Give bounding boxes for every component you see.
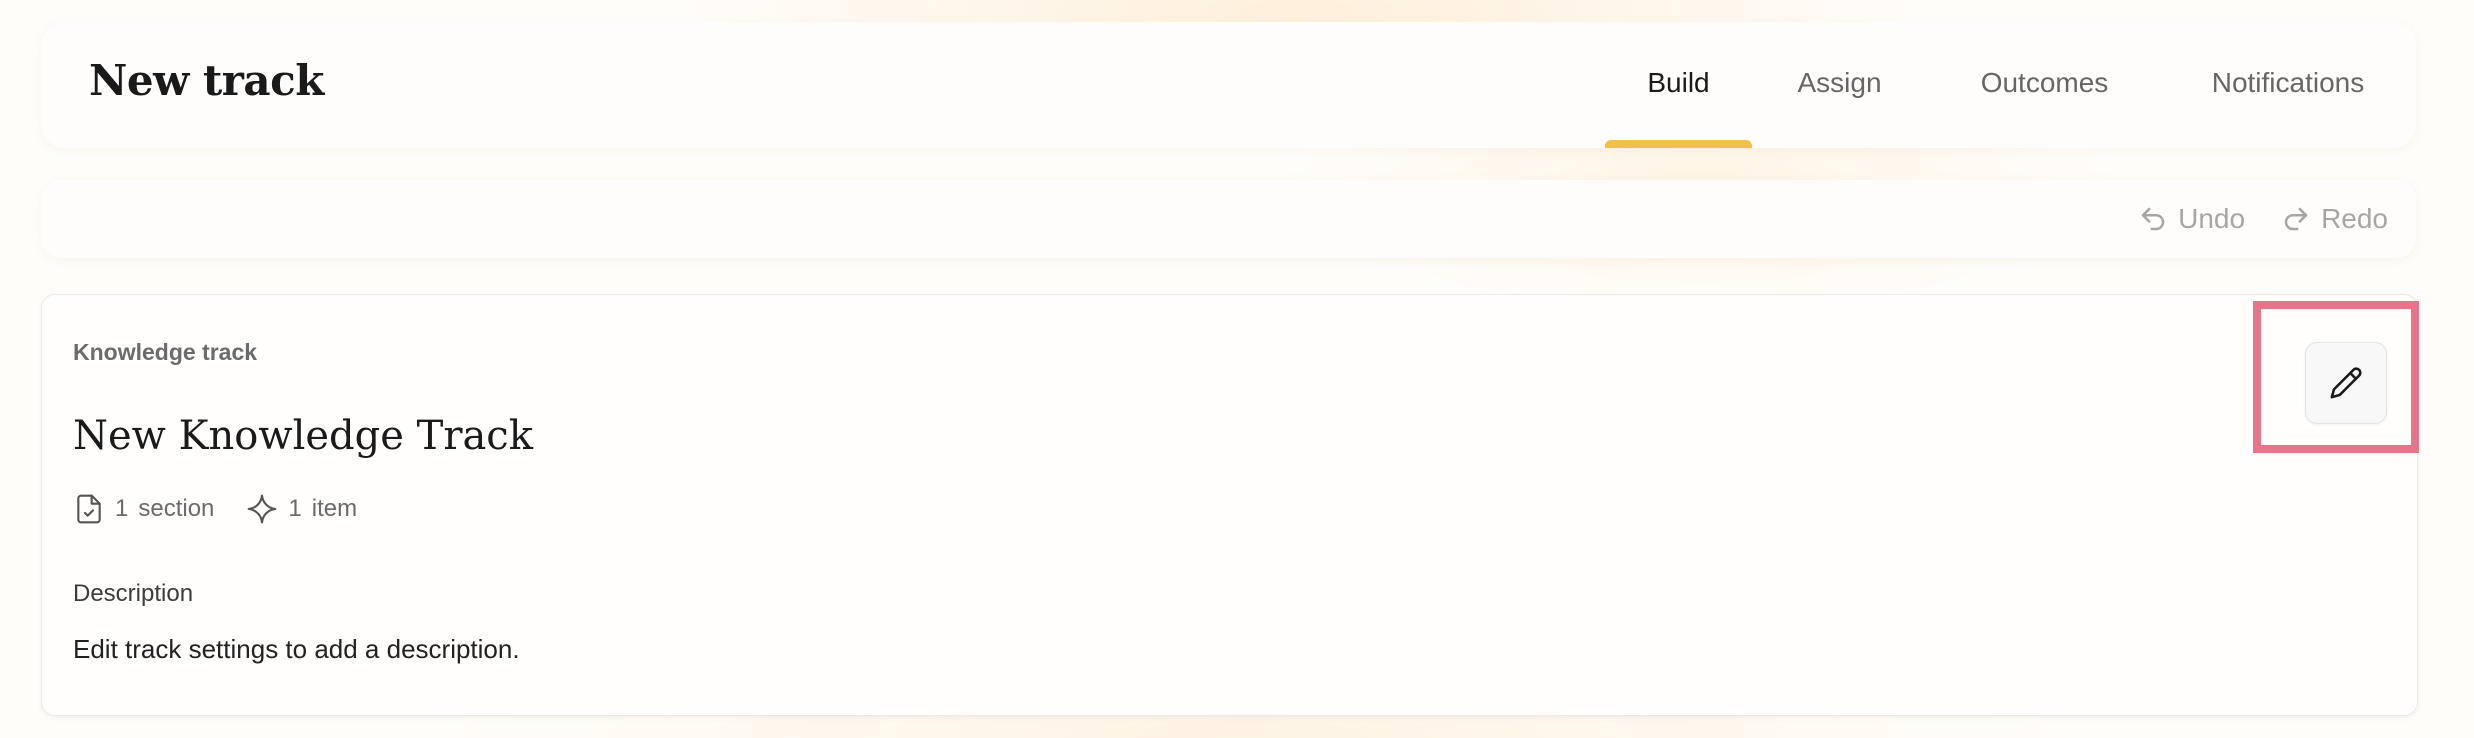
file-check-icon xyxy=(77,494,101,524)
item-count-label: item xyxy=(311,495,358,522)
track-title: New Knowledge Track xyxy=(73,413,533,459)
track-type-label: Knowledge track xyxy=(73,339,258,365)
tab-notifications-label: Notifications xyxy=(2211,67,2365,98)
section-count-label: section xyxy=(138,495,215,522)
tab-notifications[interactable]: Notifications xyxy=(2172,22,2404,148)
page-title: New track xyxy=(89,56,324,105)
sparkle-icon xyxy=(248,494,277,524)
highlight-box xyxy=(2253,301,2419,453)
tab-build[interactable]: Build xyxy=(1605,22,1752,148)
undo-button[interactable]: Undo xyxy=(2138,203,2245,235)
tab-build-label: Build xyxy=(1647,67,1710,98)
toolbar: Undo Redo xyxy=(41,180,2416,258)
page-header: New track Build Assign Outcomes Notifica… xyxy=(41,22,2416,148)
track-meta: 1 section 1 item xyxy=(73,493,357,525)
item-count-value: 1 xyxy=(288,495,302,522)
description-text: Edit track settings to add a description… xyxy=(73,634,520,664)
tab-outcomes[interactable]: Outcomes xyxy=(1952,22,2137,148)
description-label: Description xyxy=(73,580,194,607)
tab-assign[interactable]: Assign xyxy=(1772,22,1907,148)
undo-label: Undo xyxy=(2178,203,2246,234)
redo-icon xyxy=(2284,207,2308,231)
tab-outcomes-label: Outcomes xyxy=(1980,67,2109,98)
undo-icon xyxy=(2141,207,2165,231)
section-count: 1 section xyxy=(73,493,214,525)
tab-assign-label: Assign xyxy=(1797,67,1882,98)
track-card: Knowledge track New Knowledge Track 1 se… xyxy=(41,294,2418,716)
tab-bar: Build Assign Outcomes Notifications xyxy=(1605,22,2416,148)
redo-label: Redo xyxy=(2321,203,2388,234)
section-count-value: 1 xyxy=(115,495,129,522)
redo-button[interactable]: Redo xyxy=(2281,203,2388,235)
item-count: 1 item xyxy=(246,493,357,525)
